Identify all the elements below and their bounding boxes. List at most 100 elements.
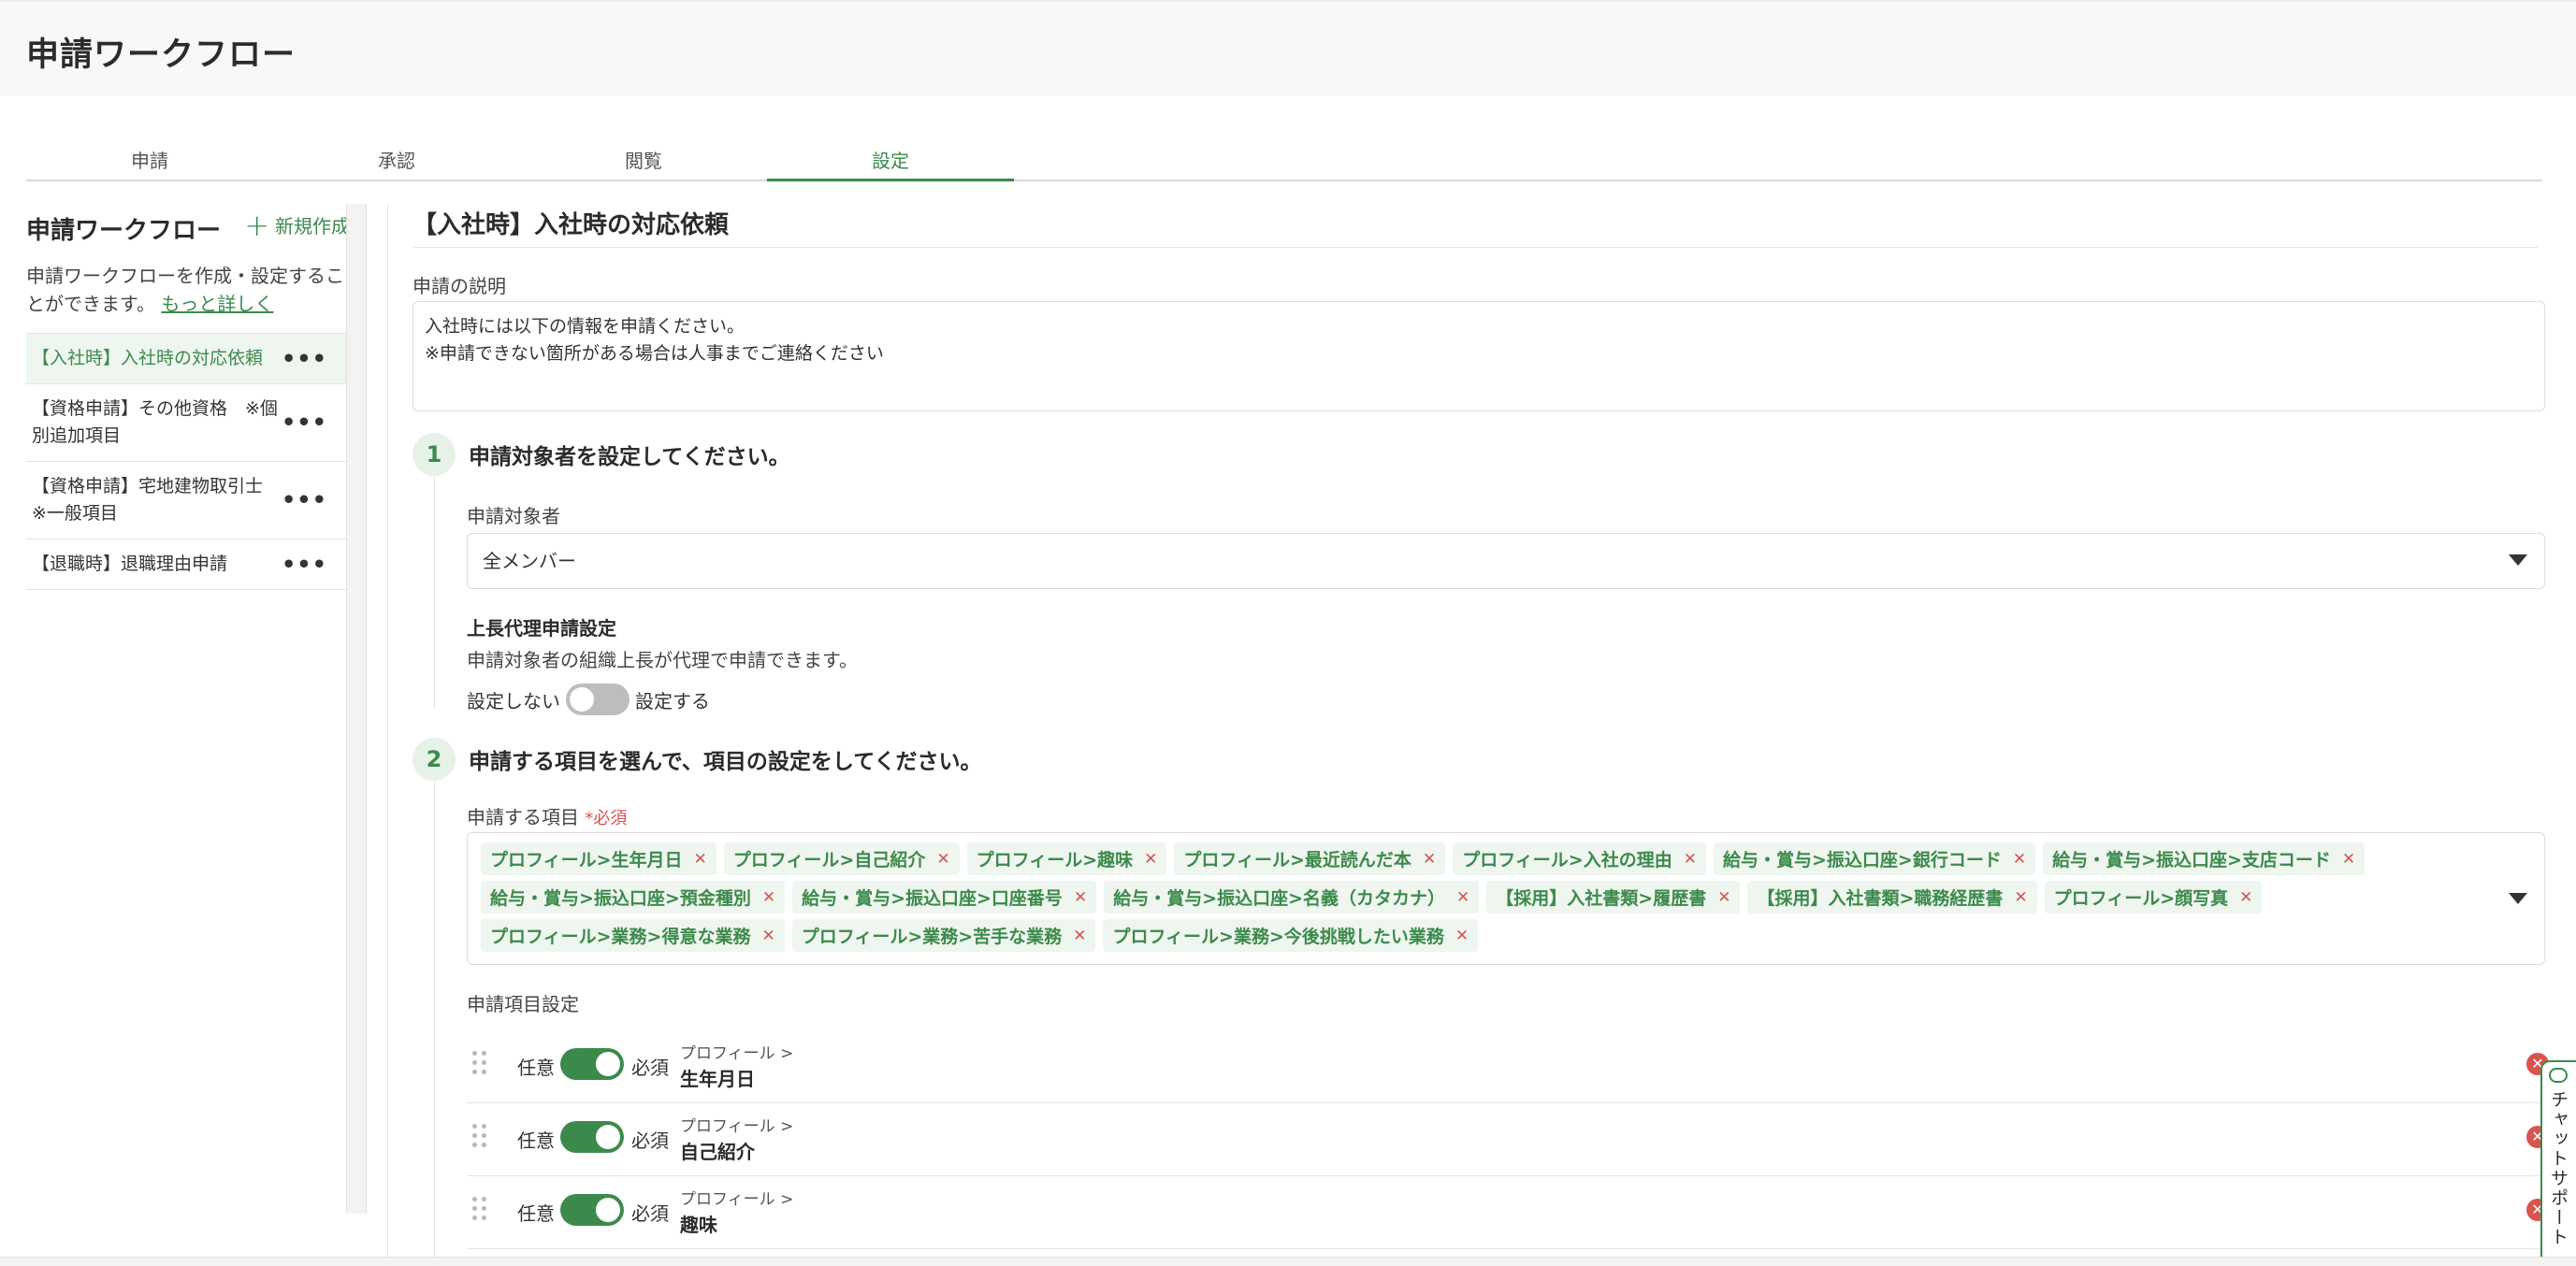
chat-bubble-icon	[2549, 1068, 2568, 1083]
tag-label: プロフィール>趣味	[976, 850, 1134, 870]
sidebar-scrollbar[interactable]	[346, 204, 367, 1214]
selected-item-tag: プロフィール>業務>苦手な業務 ✕	[791, 919, 1096, 952]
more-options-icon[interactable]: •••	[282, 551, 327, 578]
item-name: 趣味	[680, 1214, 717, 1236]
selected-item-tag: 【採用】入社書類>履歴書 ✕	[1486, 881, 1741, 914]
workflow-item-onboarding[interactable]: 【入社時】入社時の対応依頼 •••	[26, 334, 346, 384]
description-textarea[interactable]: 入社時には以下の情報を申請ください。 ※申請できない箇所がある場合は人事までご連…	[412, 301, 2545, 411]
tag-remove-icon[interactable]: ✕	[2239, 888, 2252, 907]
item-setting-row: 任意 必須 プロフィール > 自己紹介 ✕	[467, 1103, 2549, 1176]
proxy-toggle[interactable]	[566, 683, 630, 715]
selected-item-tag: プロフィール>最近読んだ本 ✕	[1174, 842, 1446, 875]
tag-remove-icon[interactable]: ✕	[2013, 850, 2026, 869]
description-label: 申請の説明	[412, 275, 506, 297]
tag-remove-icon[interactable]: ✕	[762, 888, 775, 907]
item-path: プロフィール >	[680, 1044, 794, 1063]
optional-label: 任意	[517, 1202, 555, 1225]
step-connector	[434, 475, 435, 709]
selected-item-tag: プロフィール>生年月日 ✕	[481, 842, 716, 875]
required-mark: *必須	[585, 809, 628, 828]
tab-apply[interactable]: 申請	[26, 140, 273, 181]
learn-more-link[interactable]: もっと詳しく	[161, 293, 273, 315]
required-toggle[interactable]	[560, 1194, 624, 1226]
tag-label: プロフィール>業務>苦手な業務	[801, 927, 1063, 947]
workflow-item-real-estate[interactable]: 【資格申請】宅地建物取引士 ※一般項目 •••	[26, 462, 346, 539]
step-1-header: 1 申請対象者を設定してください。	[412, 432, 790, 477]
more-options-icon[interactable]: •••	[282, 345, 327, 372]
tag-remove-icon[interactable]: ✕	[936, 850, 949, 869]
tag-remove-icon[interactable]: ✕	[761, 927, 774, 945]
step-2-header: 2 申請する項目を選んで、項目の設定をしてください。	[412, 737, 982, 782]
selected-item-tag: プロフィール>顔写真 ✕	[2044, 881, 2263, 914]
proxy-toggle-row: 設定しない 設定する	[467, 683, 710, 716]
toggle-knob	[570, 687, 594, 712]
item-name: 自己紹介	[680, 1141, 755, 1163]
optional-label: 任意	[517, 1129, 555, 1152]
item-name: 生年月日	[680, 1068, 755, 1090]
tag-remove-icon[interactable]: ✕	[1455, 927, 1469, 945]
workflow-item-label: 【入社時】入社時の対応依頼	[32, 348, 264, 368]
workflow-item-other-qualification[interactable]: 【資格申請】その他資格 ※個別追加項目 •••	[26, 384, 346, 462]
tag-label: プロフィール>最近読んだ本	[1183, 850, 1411, 870]
drag-handle-icon[interactable]	[472, 1197, 489, 1223]
target-select[interactable]: 全メンバー	[467, 533, 2545, 589]
tag-label: 【採用】入社書類>職務経歴書	[1757, 888, 2004, 909]
toggle-knob	[596, 1052, 620, 1076]
workflow-item-label: 【退職時】退職理由申請	[32, 554, 228, 574]
tag-label: プロフィール>自己紹介	[732, 850, 926, 870]
items-label: 申請する項目 *必須	[467, 802, 627, 829]
item-setting-row: 任意 必須 プロフィール > 生年月日 ✕	[467, 1030, 2549, 1103]
toggle-on-label: 設定する	[635, 689, 710, 712]
chevron-down-icon	[2509, 554, 2527, 566]
tag-remove-icon[interactable]: ✕	[1073, 927, 1086, 945]
selected-item-tag: 給与・賞与>振込口座>預金種別 ✕	[481, 881, 786, 914]
chat-support-button[interactable]: チャットサポート	[2540, 1060, 2576, 1264]
tag-label: 給与・賞与>振込口座>口座番号	[802, 888, 1063, 909]
target-value: 全メンバー	[483, 550, 576, 572]
page-header: 申請ワークフロー	[0, 0, 2576, 95]
more-options-icon[interactable]: •••	[282, 410, 327, 437]
tag-remove-icon[interactable]: ✕	[1423, 850, 1436, 869]
required-label: 必須	[631, 1057, 669, 1079]
tag-remove-icon[interactable]: ✕	[2014, 888, 2027, 907]
drag-handle-icon[interactable]	[472, 1051, 489, 1077]
tag-remove-icon[interactable]: ✕	[1456, 888, 1469, 907]
proxy-setting-title: 上長代理申請設定	[467, 617, 616, 640]
tag-label: プロフィール>業務>今後挑戦したい業務	[1112, 927, 1444, 947]
bottom-scrollbar[interactable]	[0, 1257, 2576, 1266]
description-line: 入社時には以下の情報を申請ください。	[425, 316, 745, 337]
tag-remove-icon[interactable]: ✕	[1717, 888, 1730, 907]
tab-settings[interactable]: 設定	[767, 140, 1014, 181]
sidebar-title: 申請ワークフロー	[26, 217, 222, 245]
drag-handle-icon[interactable]	[472, 1124, 489, 1150]
item-path: プロフィール >	[680, 1190, 794, 1209]
plus-icon: +	[244, 207, 269, 243]
selected-item-tag: プロフィール>入社の理由 ✕	[1453, 842, 1706, 875]
tab-view[interactable]: 閲覧	[520, 140, 767, 181]
item-settings-label: 申請項目設定	[467, 993, 579, 1015]
required-toggle[interactable]	[560, 1048, 624, 1080]
sidebar-description: 申請ワークフローを作成・設定することができます。 もっと詳しく	[26, 262, 346, 318]
tag-remove-icon[interactable]: ✕	[1074, 888, 1087, 907]
workflow-item-resignation[interactable]: 【退職時】退職理由申請 •••	[26, 539, 346, 590]
tag-remove-icon[interactable]: ✕	[1684, 850, 1697, 869]
tag-remove-icon[interactable]: ✕	[694, 850, 707, 869]
new-workflow-button[interactable]: + 新規作成	[244, 207, 350, 243]
item-path: プロフィール >	[680, 1117, 794, 1136]
tab-approve[interactable]: 承認	[273, 140, 520, 181]
workflow-item-label: 【資格申請】その他資格 ※個別追加項目	[32, 398, 278, 446]
tag-remove-icon[interactable]: ✕	[2342, 850, 2355, 869]
toggle-knob	[596, 1125, 620, 1149]
page-title: 申請ワークフロー	[26, 36, 297, 74]
tag-remove-icon[interactable]: ✕	[1144, 850, 1157, 869]
workflow-title: 【入社時】入社時の対応依頼	[412, 211, 730, 239]
step-number: 1	[412, 433, 456, 476]
items-multiselect[interactable]: プロフィール>生年月日 ✕ プロフィール>自己紹介 ✕ プロフィール>趣味 ✕ プロフィール…	[467, 832, 2545, 965]
selected-item-tag: プロフィール>業務>得意な業務 ✕	[481, 919, 785, 952]
tag-label: プロフィール>顔写真	[2053, 888, 2229, 909]
proxy-setting-description: 申請対象者の組織上長が代理で申請できます。	[467, 649, 858, 671]
tag-label: プロフィール>業務>得意な業務	[490, 927, 751, 947]
more-options-icon[interactable]: •••	[282, 487, 327, 514]
chevron-down-icon	[2509, 893, 2527, 904]
required-toggle[interactable]	[560, 1121, 624, 1153]
